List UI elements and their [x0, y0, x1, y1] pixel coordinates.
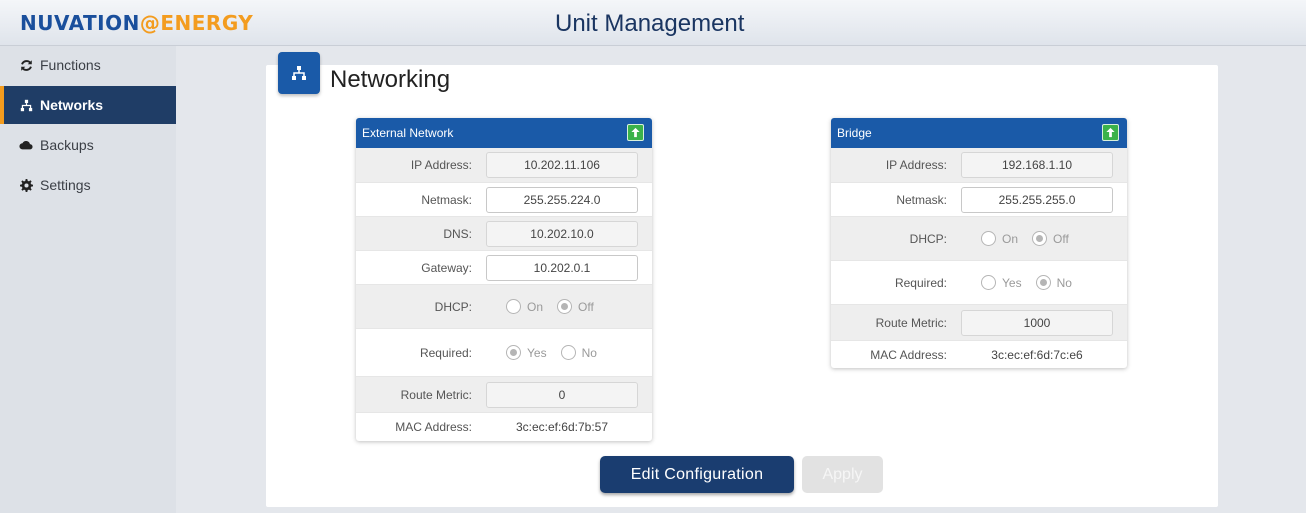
sidebar-item-label: Backups	[40, 137, 94, 153]
sidebar-item-settings[interactable]: Settings	[0, 166, 176, 204]
mac-address-value: 3c:ec:ef:6d:7b:57	[515, 420, 609, 434]
card-header: External Network	[356, 118, 652, 148]
ip-address-field: 10.202.11.106	[486, 152, 638, 178]
sidebar-item-functions[interactable]: Functions	[0, 46, 176, 84]
field-label: DHCP:	[909, 231, 947, 246]
dhcp-row: DHCP: On Off	[831, 216, 1127, 260]
card-header: Bridge	[831, 118, 1127, 148]
radio-label: On	[1002, 231, 1019, 246]
required-radio-group: Yes No	[981, 275, 1086, 290]
field-label: Netmask:	[421, 192, 472, 207]
required-yes-radio[interactable]	[506, 345, 521, 360]
dhcp-radio-group: On Off	[981, 231, 1083, 246]
dhcp-off-radio[interactable]	[557, 299, 573, 314]
required-no-radio[interactable]	[1035, 275, 1051, 290]
dns-field: 10.202.10.0	[486, 220, 638, 247]
upload-button[interactable]	[627, 124, 644, 141]
field-label: IP Address:	[410, 158, 472, 172]
route-metric-row: Route Metric: 1000	[831, 304, 1127, 340]
bridge-card: Bridge IP Address: 192.168.1.10 Netmask:…	[831, 118, 1127, 368]
arrow-up-icon	[1106, 127, 1115, 138]
sidebar-item-label: Networks	[40, 97, 104, 113]
field-label: Netmask:	[896, 192, 947, 207]
radio-label: Off	[1053, 231, 1069, 246]
refresh-icon	[18, 59, 34, 72]
dhcp-row: DHCP: On Off	[356, 284, 652, 328]
network-icon	[278, 52, 320, 94]
ip-address-row: IP Address: 192.168.1.10	[831, 148, 1127, 182]
netmask-field[interactable]: 255.255.255.0	[961, 186, 1113, 213]
card-title: External Network	[362, 126, 454, 140]
brand-logo-right: ENERGY	[160, 11, 254, 35]
required-row: Required: Yes No	[831, 260, 1127, 304]
sidebar-item-backups[interactable]: Backups	[0, 126, 176, 164]
field-label: IP Address:	[885, 158, 947, 172]
netmask-row: Netmask: 255.255.224.0	[356, 182, 652, 216]
gear-icon	[18, 178, 34, 192]
upload-button[interactable]	[1102, 124, 1119, 141]
mac-address-row: MAC Address: 3c:ec:ef:6d:7c:e6	[831, 340, 1127, 368]
field-label: MAC Address:	[395, 420, 472, 434]
app-title: Unit Management	[555, 10, 745, 37]
field-label: Gateway:	[421, 260, 472, 275]
required-row: Required: Yes No	[356, 328, 652, 376]
route-metric-field: 1000	[961, 309, 1113, 336]
radio-label: On	[527, 299, 544, 314]
field-label: DNS:	[443, 226, 472, 241]
route-metric-field: 0	[486, 381, 638, 408]
arrow-up-icon	[631, 127, 640, 138]
apply-button[interactable]: Apply	[802, 456, 883, 493]
card-title: Bridge	[837, 126, 872, 140]
radio-label: Off	[578, 299, 594, 314]
brand-logo-left: NUVATION	[20, 11, 140, 35]
required-no-radio[interactable]	[560, 345, 576, 360]
dhcp-radio-group: On Off	[506, 299, 608, 314]
brand-logo-mark: @	[139, 11, 161, 35]
netmask-row: Netmask: 255.255.255.0	[831, 182, 1127, 216]
app-header: NUVATION@ENERGY Unit Management	[0, 0, 1306, 46]
field-label: Route Metric:	[400, 387, 472, 402]
dhcp-off-radio[interactable]	[1032, 231, 1048, 246]
mac-address-value: 3c:ec:ef:6d:7c:e6	[991, 347, 1083, 362]
radio-label: No	[1056, 275, 1072, 290]
sidebar-item-networks[interactable]: Networks	[0, 86, 176, 124]
network-icon	[18, 99, 34, 112]
dhcp-on-radio[interactable]	[506, 299, 521, 314]
dns-row: DNS: 10.202.10.0	[356, 216, 652, 250]
field-label: Required:	[419, 345, 472, 360]
cloud-icon	[18, 139, 34, 151]
gateway-field[interactable]: 10.202.0.1	[486, 254, 638, 281]
radio-label: Yes	[1002, 275, 1022, 290]
field-label: DHCP:	[434, 299, 472, 314]
ip-address-field: 192.168.1.10	[961, 152, 1113, 178]
radio-label: No	[581, 345, 597, 360]
dhcp-on-radio[interactable]	[981, 231, 996, 246]
route-metric-row: Route Metric: 0	[356, 376, 652, 412]
brand-logo[interactable]: NUVATION@ENERGY	[20, 11, 253, 35]
field-label: Route Metric:	[875, 315, 947, 330]
required-radio-group: Yes No	[506, 345, 611, 360]
edit-configuration-button[interactable]: Edit Configuration	[600, 456, 794, 493]
external-network-card: External Network IP Address: 10.202.11.1…	[356, 118, 652, 441]
page-title: Networking	[330, 66, 451, 93]
mac-address-row: MAC Address: 3c:ec:ef:6d:7b:57	[356, 412, 652, 441]
radio-label: Yes	[527, 345, 547, 360]
sidebar-item-label: Settings	[40, 177, 91, 193]
netmask-field[interactable]: 255.255.224.0	[486, 186, 638, 213]
gateway-row: Gateway: 10.202.0.1	[356, 250, 652, 284]
sidebar: Functions Networks Backups Settings	[0, 46, 176, 513]
field-label: MAC Address:	[870, 347, 947, 362]
ip-address-row: IP Address: 10.202.11.106	[356, 148, 652, 182]
field-label: Required:	[894, 275, 947, 290]
required-yes-radio[interactable]	[981, 275, 996, 290]
sidebar-item-label: Functions	[40, 57, 101, 73]
